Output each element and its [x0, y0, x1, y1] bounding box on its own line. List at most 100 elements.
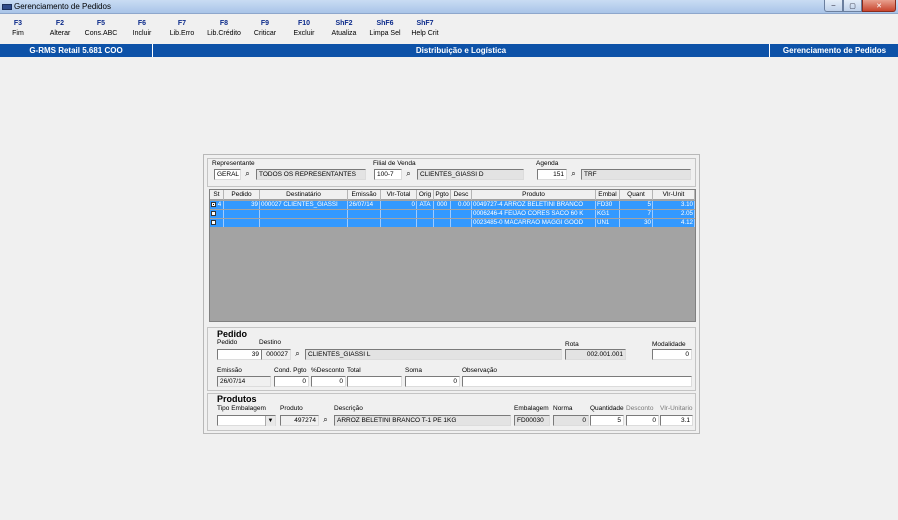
toolbar-key: ShF6 — [376, 20, 394, 27]
vlr-unitario-field[interactable]: 3.1 — [660, 415, 693, 426]
col-emissao[interactable]: Emissão — [348, 190, 381, 200]
collapse-checkbox-icon[interactable] — [211, 201, 216, 207]
toolbar-button-help-crit[interactable]: ShF7 Help Crit — [407, 19, 443, 39]
cell-vlr-unit: 4.12 — [653, 219, 695, 227]
col-embal[interactable]: Embal — [596, 190, 620, 200]
window-title: Gerenciamento de Pedidos — [14, 2, 111, 11]
orders-panel: Representante GERAL ⌕ TODOS OS REPRESENT… — [203, 154, 700, 434]
cell-vlr-total: 0 — [381, 201, 417, 209]
quantidade-field[interactable]: 5 — [590, 415, 624, 426]
descricao-label: Descrição — [334, 405, 363, 412]
minimize-button[interactable]: – — [824, 0, 843, 12]
checkbox-icon[interactable] — [211, 210, 216, 216]
table-row[interactable]: 0006246-4 FEIJAO CORES SACO 60 K KG1 7 2… — [210, 210, 695, 218]
binoculars-icon[interactable]: ⌕ — [568, 169, 579, 179]
module-header-band: G-RMS Retail 5.681 COO Distribuição e Lo… — [0, 44, 898, 57]
cell-destinatario: 000027 CLIENTES_GIASSI — [260, 201, 348, 209]
cell-produto: 0049727-4 ARROZ BELETINI BRANCO — [472, 201, 596, 209]
cell-orig: ATA — [417, 201, 434, 209]
total-field[interactable] — [347, 376, 402, 387]
rota-label: Rota — [565, 341, 579, 348]
toolbar-label: Criticar — [253, 30, 277, 37]
checkbox-icon[interactable] — [211, 219, 216, 225]
col-vlr-unit[interactable]: Vlr-Unit — [653, 190, 695, 200]
dropdown-arrow-icon[interactable]: ▼ — [265, 416, 275, 426]
representante-code-field[interactable]: GERAL — [214, 169, 241, 180]
representante-label: Representante — [212, 160, 255, 167]
toolbar-button-limpa-sel[interactable]: ShF6 Limpa Sel — [367, 19, 403, 39]
row-status-cell[interactable] — [210, 219, 224, 227]
col-desc[interactable]: Desc — [451, 190, 472, 200]
observacao-field[interactable] — [462, 376, 692, 387]
close-button[interactable]: ✕ — [862, 0, 896, 12]
col-vlr-total[interactable]: Vlr-Total — [381, 190, 417, 200]
col-pgto[interactable]: Pgto — [434, 190, 451, 200]
cell-desc — [451, 210, 472, 218]
emissao-field[interactable]: 26/07/14 — [217, 376, 271, 387]
toolbar-button-cons-abc[interactable]: F5 Cons.ABC — [83, 19, 119, 39]
modalidade-field[interactable]: 0 — [652, 349, 692, 360]
cell-vlr-total — [381, 210, 417, 218]
desconto-field[interactable]: 0 — [311, 376, 346, 387]
cell-produto: 0006246-4 FEIJAO CORES SACO 60 K — [472, 210, 596, 218]
cell-quant: 7 — [620, 210, 653, 218]
binoculars-icon[interactable]: ⌕ — [242, 169, 253, 179]
col-st[interactable]: St — [210, 190, 224, 200]
col-pedido[interactable]: Pedido — [224, 190, 260, 200]
toolbar-button-lib-erro[interactable]: F7 Lib.Erro — [166, 19, 198, 39]
agenda-code-field[interactable]: 151 — [537, 169, 567, 180]
cond-pgto-field[interactable]: 0 — [274, 376, 309, 387]
toolbar-label: Lib.Erro — [169, 30, 195, 37]
pedido-label: Pedido — [217, 339, 238, 346]
cell-pedido — [224, 210, 260, 218]
soma-field[interactable]: 0 — [405, 376, 460, 387]
toolbar-key: F5 — [96, 20, 106, 27]
module-name: Distribuição e Logística — [153, 44, 770, 57]
binoculars-icon[interactable]: ⌕ — [320, 415, 331, 425]
pedido-number-field[interactable]: 39 — [217, 349, 262, 360]
embalagem-field: FD00030 — [514, 415, 550, 426]
descricao-field: ARROZ BELETINI BRANCO T-1 PE 1KG — [334, 415, 511, 426]
toolbar-label: Fim — [12, 30, 24, 37]
col-quant[interactable]: Quant — [620, 190, 653, 200]
cell-orig — [417, 210, 434, 218]
maximize-button[interactable]: ▢ — [843, 0, 862, 12]
row-status-cell[interactable]: 4 — [210, 201, 224, 209]
toolbar-key: F8 — [219, 20, 229, 27]
toolbar-button-criticar[interactable]: F9 Criticar — [250, 19, 280, 39]
toolbar-button-fim[interactable]: F3 Fim — [5, 19, 31, 39]
destino-code-field[interactable]: 000027 — [261, 349, 291, 360]
function-key-toolbar: F3 Fim F2 Alterar F5 Cons.ABC F6 Incluir F7 L… — [0, 14, 898, 44]
representante-name-field: TODOS OS REPRESENTANTES — [256, 169, 366, 180]
toolbar-button-lib-credito[interactable]: F8 Lib.Crédito — [202, 19, 246, 39]
cell-quant: 5 — [620, 201, 653, 209]
cond-pgto-label: Cond. Pgto — [274, 367, 307, 374]
toolbar-label: Help Crit — [411, 30, 439, 37]
vlr-unitario-label: Vlr-Unitario — [660, 405, 693, 412]
agenda-label: Agenda — [536, 160, 559, 167]
table-row[interactable]: 4 39 000027 CLIENTES_GIASSI 26/07/14 0 A… — [210, 201, 695, 209]
row-status-cell[interactable] — [210, 210, 224, 218]
toolbar-button-alterar[interactable]: F2 Alterar — [47, 19, 73, 39]
filial-code-field[interactable]: 100-7 — [374, 169, 402, 180]
desconto-produto-field[interactable]: 0 — [626, 415, 659, 426]
cell-pedido — [224, 219, 260, 227]
toolbar-key: F7 — [177, 20, 187, 27]
produto-code-field[interactable]: 497274 — [280, 415, 319, 426]
rota-field: 002.001.001 — [565, 349, 626, 360]
table-row[interactable]: 0023485-0 MACARRAO MAGGI GOOD UN1 30 4.1… — [210, 219, 695, 227]
col-orig[interactable]: Orig — [417, 190, 434, 200]
toolbar-button-incluir[interactable]: F6 Incluir — [128, 19, 156, 39]
col-produto[interactable]: Produto — [472, 190, 596, 200]
col-destinatario[interactable]: Destinatário — [260, 190, 348, 200]
toolbar-button-atualiza[interactable]: ShF2 Atualiza — [328, 19, 360, 39]
binoculars-icon[interactable]: ⌕ — [403, 169, 414, 179]
binoculars-icon[interactable]: ⌕ — [292, 349, 303, 359]
cell-produto: 0023485-0 MACARRAO MAGGI GOOD — [472, 219, 596, 227]
orders-grid[interactable]: St Pedido Destinatário Emissão Vlr-Total… — [209, 189, 696, 322]
toolbar-key: F6 — [137, 20, 147, 27]
toolbar-key: ShF2 — [335, 20, 353, 27]
toolbar-key: F3 — [13, 20, 23, 27]
toolbar-button-excluir[interactable]: F10 Excluir — [289, 19, 319, 39]
modalidade-label: Modalidade — [652, 341, 686, 348]
